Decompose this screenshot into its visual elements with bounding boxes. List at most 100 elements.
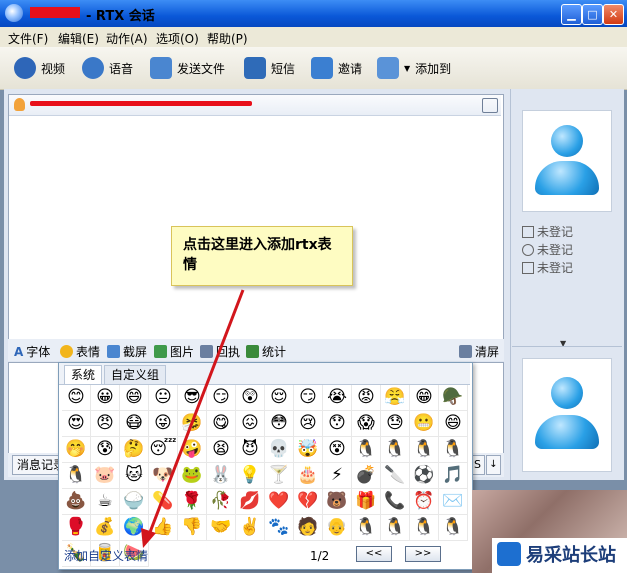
emoticon-cell[interactable]: ☕ (91, 489, 120, 515)
emoticon-cell[interactable]: 😷 (120, 411, 149, 437)
emoticon-button[interactable]: 表情 (60, 343, 100, 360)
org-tree-icon[interactable] (482, 98, 498, 113)
emoticon-cell[interactable]: ⏰ (410, 489, 439, 515)
emoticon-cell[interactable]: 😭 (323, 385, 352, 411)
emoticon-cell[interactable]: ❤️ (265, 489, 294, 515)
emoticon-cell[interactable]: ✌️ (236, 515, 265, 541)
emoticon-cell[interactable]: 😊 (62, 385, 91, 411)
emoticon-cell[interactable]: 😯 (323, 411, 352, 437)
menu-edit[interactable]: 编辑(E) (58, 30, 99, 47)
emoticon-cell[interactable]: 😳 (265, 411, 294, 437)
next-page-button[interactable]: >> (405, 546, 441, 562)
emoticon-cell[interactable]: 😢 (294, 411, 323, 437)
emoticon-cell[interactable]: 🐱 (120, 463, 149, 489)
emoticon-cell[interactable]: 😫 (207, 437, 236, 463)
emoticon-cell[interactable]: 😱 (352, 411, 381, 437)
invite-button[interactable]: 邀请 (311, 56, 362, 80)
emoticon-cell[interactable]: 💩 (62, 489, 91, 515)
emoticon-cell[interactable]: 🐧 (381, 515, 410, 541)
minimize-button[interactable]: ▁ (561, 4, 582, 25)
font-button[interactable]: A 字体 (14, 343, 50, 360)
tab-system[interactable]: 系统 (64, 365, 103, 384)
emoticon-cell[interactable]: 🐧 (410, 515, 439, 541)
emoticon-cell[interactable]: 🤔 (120, 437, 149, 463)
emoticon-cell[interactable]: 🎂 (294, 463, 323, 489)
emoticon-cell[interactable]: 🔪 (381, 463, 410, 489)
close-button[interactable]: ✕ (603, 4, 624, 25)
emoticon-cell[interactable]: ⚽ (410, 463, 439, 489)
picture-button[interactable]: 图片 (154, 343, 194, 360)
emoticon-cell[interactable]: 😏 (294, 385, 323, 411)
emoticon-cell[interactable]: 😁 (410, 385, 439, 411)
emoticon-cell[interactable]: 🐧 (439, 437, 468, 463)
emoticon-cell[interactable]: 🐧 (352, 515, 381, 541)
sms-button[interactable]: 短信 (244, 56, 295, 80)
emoticon-cell[interactable]: 😄 (439, 411, 468, 437)
emoticon-cell[interactable]: ✉️ (439, 489, 468, 515)
menu-help[interactable]: 帮助(P) (207, 30, 248, 47)
chat-history-panel[interactable] (8, 94, 504, 340)
emoticon-cell[interactable]: 🎵 (439, 463, 468, 489)
emoticon-cell[interactable]: 👴 (323, 515, 352, 541)
emoticon-cell[interactable]: 😜 (149, 411, 178, 437)
send-file-button[interactable]: 发送文件 (150, 56, 225, 80)
send-options-button[interactable]: ↓ (486, 455, 501, 475)
emoticon-cell[interactable]: 😄 (120, 385, 149, 411)
emoticon-cell[interactable]: 🐧 (410, 437, 439, 463)
emoticon-cell[interactable]: 😋 (207, 411, 236, 437)
emoticon-cell[interactable]: 🐧 (439, 515, 468, 541)
add-custom-emoticon-link[interactable]: 添加自定义表情 (64, 547, 148, 564)
emoticon-cell[interactable]: ⚡ (323, 463, 352, 489)
emoticon-cell[interactable]: 💋 (236, 489, 265, 515)
emoticon-cell[interactable]: 😰 (91, 437, 120, 463)
emoticon-cell[interactable]: 🐰 (207, 463, 236, 489)
emoticon-cell[interactable]: 😓 (381, 411, 410, 437)
emoticon-cell[interactable]: 😤 (381, 385, 410, 411)
emoticon-cell[interactable]: 😴 (149, 437, 178, 463)
emoticon-cell[interactable]: 😖 (236, 411, 265, 437)
emoticon-cell[interactable]: 😐 (149, 385, 178, 411)
emoticon-cell[interactable]: 😍 (62, 411, 91, 437)
emoticon-cell[interactable]: 🌍 (120, 515, 149, 541)
emoticon-cell[interactable]: 😌 (265, 385, 294, 411)
emoticon-cell[interactable]: 🪖 (439, 385, 468, 411)
emoticon-cell[interactable]: 🤭 (62, 437, 91, 463)
emoticon-cell[interactable]: 💊 (149, 489, 178, 515)
emoticon-cell[interactable]: 🐾 (265, 515, 294, 541)
maximize-button[interactable]: □ (582, 4, 603, 25)
emoticon-cell[interactable]: 😡 (352, 385, 381, 411)
emoticon-cell[interactable]: 😠 (91, 411, 120, 437)
emoticon-cell[interactable]: 💔 (294, 489, 323, 515)
screenshot-button[interactable]: 截屏 (107, 343, 147, 360)
emoticon-cell[interactable]: 🤝 (207, 515, 236, 541)
receipt-button[interactable]: 回执 (200, 343, 240, 360)
emoticon-cell[interactable]: 🥊 (62, 515, 91, 541)
emoticon-cell[interactable]: 🐷 (91, 463, 120, 489)
emoticon-cell[interactable]: 😎 (178, 385, 207, 411)
emoticon-cell[interactable]: 😬 (410, 411, 439, 437)
menu-action[interactable]: 动作(A) (106, 30, 148, 47)
emoticon-cell[interactable]: 🐧 (352, 437, 381, 463)
emoticon-cell[interactable]: 👍 (149, 515, 178, 541)
emoticon-cell[interactable]: 😲 (236, 385, 265, 411)
emoticon-cell[interactable]: 👎 (178, 515, 207, 541)
emoticon-cell[interactable]: 😀 (91, 385, 120, 411)
emoticon-cell[interactable]: 💰 (91, 515, 120, 541)
emoticon-cell[interactable]: 🎁 (352, 489, 381, 515)
voice-button[interactable]: 语音 (82, 56, 133, 80)
statistics-button[interactable]: 统计 (246, 343, 286, 360)
emoticon-cell[interactable]: 🍸 (265, 463, 294, 489)
emoticon-cell[interactable]: 🍚 (120, 489, 149, 515)
emoticon-cell[interactable]: 💀 (265, 437, 294, 463)
emoticon-cell[interactable]: 📞 (381, 489, 410, 515)
add-to-button[interactable]: ▼ 添加到 (377, 56, 451, 80)
emoticon-cell[interactable]: 🐧 (62, 463, 91, 489)
tab-custom-group[interactable]: 自定义组 (104, 365, 167, 384)
emoticon-cell[interactable]: 😈 (236, 437, 265, 463)
emoticon-cell[interactable]: 😏 (207, 385, 236, 411)
emoticon-cell[interactable]: 🧑 (294, 515, 323, 541)
emoticon-cell[interactable]: 🥀 (207, 489, 236, 515)
emoticon-cell[interactable]: 🐧 (381, 437, 410, 463)
emoticon-cell[interactable]: 🤧 (178, 411, 207, 437)
menu-file[interactable]: 文件(F) (8, 30, 48, 47)
